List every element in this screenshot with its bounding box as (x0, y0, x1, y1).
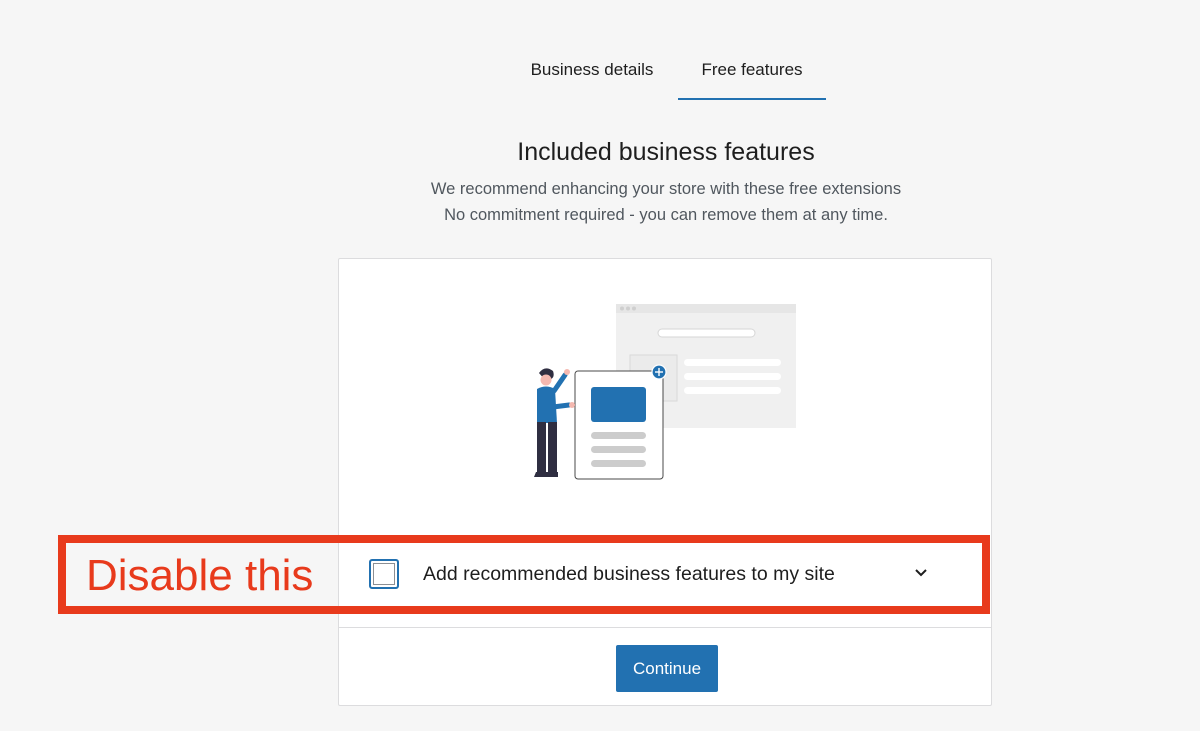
recommended-features-option: Add recommended business features to my … (369, 549, 939, 599)
recommended-features-label[interactable]: Add recommended business features to my … (423, 563, 835, 586)
tab-business-details[interactable]: Business details (506, 42, 678, 98)
tab-free-features[interactable]: Free features (678, 42, 826, 100)
document-card-illustration (574, 364, 667, 480)
card-divider (339, 627, 991, 628)
annotation-label: Disable this (86, 551, 314, 600)
page-title: Included business features (517, 138, 815, 166)
person-illustration (534, 368, 575, 477)
chevron-down-icon[interactable] (911, 562, 931, 582)
onboarding-tabs: Business details Free features (506, 42, 826, 100)
continue-button[interactable]: Continue (616, 645, 718, 692)
business-features-illustration (534, 304, 796, 480)
features-card: Add recommended business features to my … (338, 258, 992, 706)
subtitle-line-1: We recommend enhancing your store with t… (430, 180, 902, 198)
recommended-features-checkbox[interactable] (369, 559, 399, 589)
subtitle-line-2: No commitment required - you can remove … (444, 206, 888, 224)
